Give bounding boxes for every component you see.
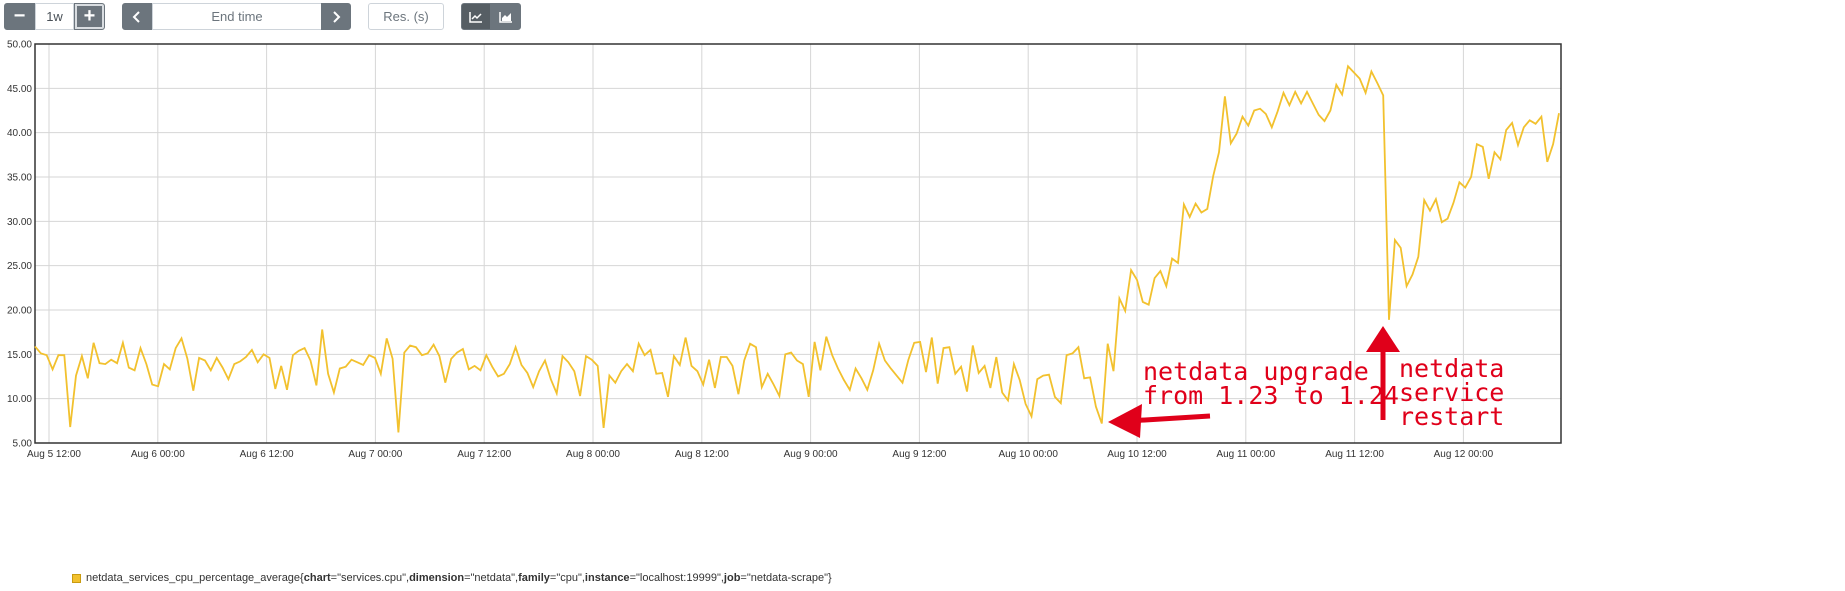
annotation-restart-line3: restart xyxy=(1399,402,1504,431)
legend-label-value: ="services.cpu", xyxy=(330,572,410,584)
x-tick-label: Aug 12 00:00 xyxy=(1434,449,1494,460)
x-tick-label: Aug 8 00:00 xyxy=(566,449,620,460)
annotation-upgrade-line2: from 1.23 to 1.24 xyxy=(1143,381,1399,410)
legend-label-key: instance xyxy=(584,572,630,584)
x-tick-label: Aug 6 12:00 xyxy=(240,449,294,460)
legend-label-value: ="netdata-scrape" xyxy=(740,572,829,584)
legend-brace-close: } xyxy=(828,572,832,584)
x-tick-label: Aug 10 00:00 xyxy=(998,449,1058,460)
y-tick-label: 20.00 xyxy=(7,306,32,317)
legend-label-key: family xyxy=(518,572,550,584)
legend-label-key: job xyxy=(723,572,741,584)
y-tick-label: 35.00 xyxy=(7,173,32,184)
legend-label-key: dimension xyxy=(409,572,465,584)
y-tick-label: 30.00 xyxy=(7,217,32,228)
legend-label-value: ="cpu", xyxy=(549,572,585,584)
x-tick-label: Aug 7 12:00 xyxy=(457,449,511,460)
x-tick-label: Aug 5 12:00 xyxy=(27,449,81,460)
x-tick-label: Aug 7 00:00 xyxy=(348,449,402,460)
legend: netdata_services_cpu_percentage_average{… xyxy=(72,572,832,584)
legend-label-value: ="netdata", xyxy=(464,572,519,584)
legend-swatch[interactable] xyxy=(72,573,81,583)
legend-label-value: ="localhost:19999", xyxy=(629,572,724,584)
x-tick-label: Aug 11 12:00 xyxy=(1325,449,1384,460)
x-tick-label: Aug 10 12:00 xyxy=(1107,449,1167,460)
y-tick-label: 5.00 xyxy=(13,439,33,450)
y-tick-label: 25.00 xyxy=(7,261,32,272)
y-tick-label: 40.00 xyxy=(7,128,32,139)
x-tick-label: Aug 9 12:00 xyxy=(892,449,946,460)
x-tick-label: Aug 6 00:00 xyxy=(131,449,185,460)
y-axis-ticks: 5.00 10.00 15.00 20.00 25.00 30.00 35.00 40.00 4… xyxy=(7,40,32,450)
x-tick-label: Aug 9 00:00 xyxy=(784,449,838,460)
x-axis-ticks: Aug 5 12:00 Aug 6 00:00 Aug 6 12:00 Aug 7 0… xyxy=(27,449,1494,460)
y-tick-label: 50.00 xyxy=(7,40,32,51)
y-tick-label: 10.00 xyxy=(7,394,32,405)
cpu-line-chart[interactable]: 5.00 10.00 15.00 20.00 25.00 30.00 35.00 40.00 4… xyxy=(0,0,1845,560)
x-tick-label: Aug 8 12:00 xyxy=(675,449,729,460)
y-tick-label: 15.00 xyxy=(7,350,32,361)
legend-metric-name: netdata_services_cpu_percentage_average xyxy=(86,572,301,584)
y-tick-label: 45.00 xyxy=(7,84,32,95)
x-tick-label: Aug 11 00:00 xyxy=(1216,449,1275,460)
legend-label-key: chart xyxy=(303,572,331,584)
